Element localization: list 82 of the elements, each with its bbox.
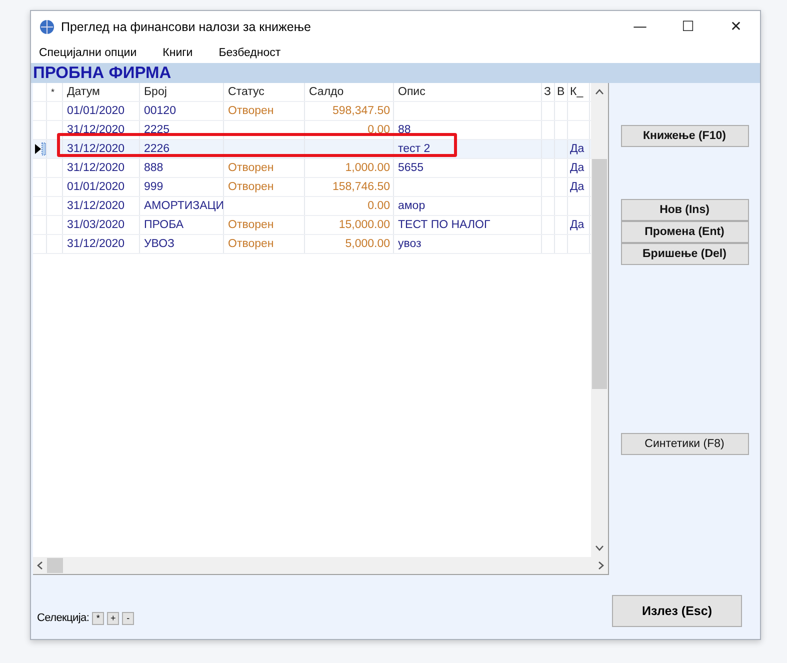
- horizontal-scrollbar[interactable]: [33, 557, 608, 574]
- window-control[interactable]: ✕: [712, 11, 760, 43]
- table-row[interactable]: 31/12/2020 УВОЗ Отворен 5,000.00 увоз: [33, 235, 591, 254]
- table-cell: 00120: [140, 102, 224, 120]
- column-header[interactable]: З: [542, 83, 555, 101]
- side-button[interactable]: Синтетики (F8): [620, 433, 748, 455]
- column-header[interactable]: Број: [140, 83, 224, 101]
- scroll-right-icon[interactable]: [598, 561, 604, 570]
- table-cell: Отворен: [224, 102, 305, 120]
- table-cell: АМОРТИЗАЦИ: [140, 197, 224, 215]
- table-cell: увоз: [394, 235, 542, 253]
- selection-button[interactable]: -: [122, 612, 134, 624]
- side-button[interactable]: Нов (Ins): [620, 199, 748, 221]
- scrollbar-thumb[interactable]: [47, 558, 63, 573]
- column-header[interactable]: Опис: [394, 83, 542, 101]
- row-pointer-icon: [35, 142, 46, 156]
- exit-button[interactable]: Излез (Esc): [612, 595, 742, 627]
- table-row[interactable]: 31/12/2020 АМОРТИЗАЦИ 0.00 амор: [33, 197, 591, 216]
- table-cell: амор: [394, 197, 542, 215]
- side-button[interactable]: Книжење (F10): [620, 125, 748, 147]
- table-cell: Отворен: [224, 235, 305, 253]
- column-header[interactable]: Салдо: [305, 83, 394, 101]
- table-cell: 888: [140, 159, 224, 177]
- menu-item[interactable]: Книги: [158, 47, 197, 59]
- table-cell: ПРОБА: [140, 216, 224, 234]
- scroll-left-icon[interactable]: [37, 561, 43, 570]
- table-cell: 2226: [140, 140, 224, 158]
- table-row[interactable]: 01/01/2020 999 Отворен 158,746.50 Да: [33, 178, 591, 197]
- column-header[interactable]: Статус: [224, 83, 305, 101]
- table-cell: ТЕСТ ПО НАЛОГ: [394, 216, 542, 234]
- menu-item[interactable]: Безбедност: [214, 47, 285, 59]
- table-row[interactable]: 31/12/2020 888 Отворен 1,000.00 5655 Да: [33, 159, 591, 178]
- selection-button[interactable]: *: [92, 612, 104, 624]
- table-cell: 0.00: [305, 121, 394, 139]
- scrollbar-thumb[interactable]: [592, 159, 607, 389]
- table-row[interactable]: 01/01/2020 00120 Отворен 598,347.50: [33, 102, 591, 121]
- scroll-up-icon[interactable]: [595, 89, 604, 95]
- globe-icon: [39, 19, 55, 35]
- table-cell: Да: [568, 216, 590, 234]
- vertical-scrollbar[interactable]: [591, 83, 608, 557]
- side-button[interactable]: Бришење (Del): [620, 243, 748, 265]
- table-cell: 31/12/2020: [63, 197, 140, 215]
- row-header-cell[interactable]: [33, 140, 47, 158]
- table-cell: 598,347.50: [305, 102, 394, 120]
- table-cell: 31/03/2020: [63, 216, 140, 234]
- selection-label: Селекција:: [37, 612, 90, 624]
- side-button[interactable]: Промена (Ent): [620, 221, 748, 243]
- table-cell: Да: [568, 178, 590, 196]
- table-cell: 31/12/2020: [63, 235, 140, 253]
- table-cell: 158,746.50: [305, 178, 394, 196]
- table-cell: 88: [394, 121, 542, 139]
- column-header[interactable]: Датум: [63, 83, 140, 101]
- table-cell: 01/01/2020: [63, 102, 140, 120]
- table-cell: тест 2: [394, 140, 542, 158]
- table-row[interactable]: 31/03/2020 ПРОБА Отворен 15,000.00 ТЕСТ ПО НАЛОГ Да: [33, 216, 591, 235]
- table-cell: 5,000.00: [305, 235, 394, 253]
- table-cell: Отворен: [224, 178, 305, 196]
- menu-item[interactable]: Специјални опции: [35, 47, 141, 59]
- table-cell: 01/01/2020: [63, 178, 140, 196]
- column-header[interactable]: В: [555, 83, 568, 101]
- table-cell: 0.00: [305, 197, 394, 215]
- company-banner: ПРОБНА ФИРМА: [31, 63, 760, 83]
- window-title: Преглед на финансови налози за книжење: [61, 20, 312, 34]
- table-cell: 31/12/2020: [63, 159, 140, 177]
- scroll-down-icon[interactable]: [595, 545, 604, 551]
- column-header[interactable]: *: [47, 83, 63, 101]
- window-control[interactable]: ☐: [664, 11, 712, 43]
- table-cell: 999: [140, 178, 224, 196]
- table-cell: 5655: [394, 159, 542, 177]
- table-cell: 31/12/2020: [63, 121, 140, 139]
- column-header[interactable]: К_: [568, 83, 590, 101]
- table-cell: УВОЗ: [140, 235, 224, 253]
- table-cell: 2225: [140, 121, 224, 139]
- table-cell: Да: [568, 159, 590, 177]
- table-cell: 31/12/2020: [63, 140, 140, 158]
- window-control[interactable]: —: [616, 11, 664, 43]
- selection-button[interactable]: +: [107, 612, 120, 624]
- table-cell: 15,000.00: [305, 216, 394, 234]
- table-cell: 1,000.00: [305, 159, 394, 177]
- table-cell: Да: [568, 140, 590, 158]
- table-cell: Отворен: [224, 216, 305, 234]
- table-cell: Отворен: [224, 159, 305, 177]
